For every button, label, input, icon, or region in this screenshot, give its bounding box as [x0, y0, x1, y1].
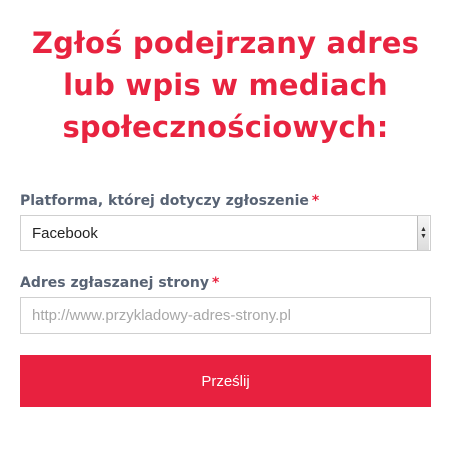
address-input[interactable]	[20, 297, 431, 334]
required-mark: *	[211, 275, 220, 291]
chevron-up-icon: ▲	[420, 226, 427, 233]
page-title: Zgłoś podejrzany adres lub wpis w mediac…	[0, 22, 451, 148]
report-form-page: Zgłoś podejrzany adres lub wpis w mediac…	[0, 0, 451, 452]
select-arrows-icon[interactable]: ▲ ▼	[417, 216, 429, 250]
platform-label: Platforma, której dotyczy zgłoszenie *	[20, 192, 319, 210]
required-mark: *	[311, 193, 320, 209]
address-label: Adres zgłaszanej strony *	[20, 274, 219, 292]
title-line-1: Zgłoś podejrzany adres	[31, 26, 420, 60]
platform-select[interactable]: Facebook ▲ ▼	[20, 215, 431, 251]
submit-button[interactable]: Prześlij	[20, 355, 431, 407]
address-label-text: Adres zgłaszanej strony	[20, 275, 209, 291]
title-line-2: lub wpis w mediach	[63, 68, 388, 102]
title-line-3: społecznościowych:	[62, 110, 389, 144]
platform-select-value: Facebook	[32, 224, 98, 242]
chevron-down-icon: ▼	[420, 233, 427, 240]
platform-label-text: Platforma, której dotyczy zgłoszenie	[20, 193, 309, 209]
